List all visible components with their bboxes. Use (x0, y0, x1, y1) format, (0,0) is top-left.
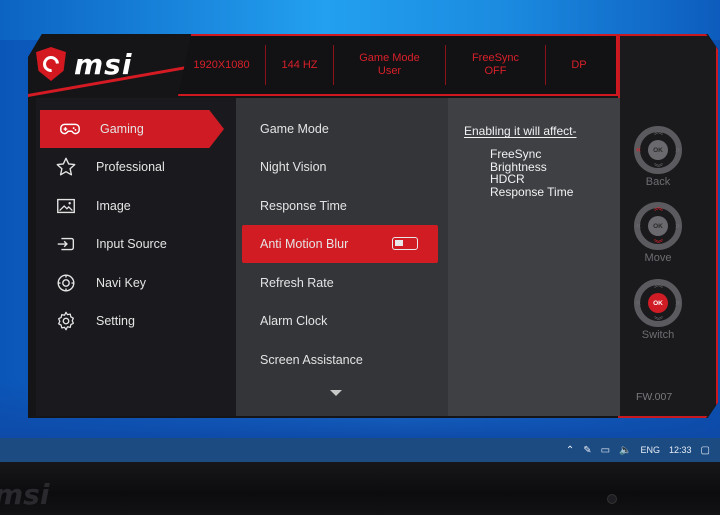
affected-item: HDCR (490, 172, 525, 186)
menu-item-night-vision[interactable]: Night Vision (236, 148, 448, 186)
star-icon (36, 156, 96, 178)
status-game-mode-label: Game Mode (359, 52, 420, 64)
status-resolution-value: 1920X1080 (193, 58, 250, 71)
power-led-icon (607, 494, 617, 504)
back-key-center: OK (648, 140, 668, 160)
clock[interactable]: 12:33 (669, 445, 692, 455)
status-game-mode-value: User (377, 65, 402, 77)
menu-label-response-time: Response Time (260, 199, 347, 213)
monitor-osd-menu: msi 1920X1080 144 HZ Game Mode User Free… (28, 34, 718, 418)
key-hint-move: « » ︽ ︾ OK Move (628, 202, 688, 264)
status-input: DP (546, 45, 612, 85)
switch-key-center: OK (648, 293, 668, 313)
anti-motion-blur-toggle[interactable] (392, 237, 418, 250)
nav-label-image: Image (96, 199, 131, 213)
status-bar: 1920X1080 144 HZ Game Mode User FreeSync… (178, 34, 618, 96)
nav-label-gaming: Gaming (100, 122, 144, 136)
nav-label-input-source: Input Source (96, 237, 167, 251)
menu-label-game-mode: Game Mode (260, 122, 329, 136)
nav-label-professional: Professional (96, 160, 165, 174)
move-key-label: Move (644, 252, 672, 264)
key-hint-back: « » ︽ ︾ OK Back (628, 126, 688, 188)
back-key-label: Back (645, 176, 671, 188)
volume-icon[interactable]: 🔈 (619, 445, 631, 456)
nav-item-gaming[interactable]: Gaming (40, 110, 224, 148)
affected-settings-list: FreeSync Brightness HDCR Response Time (490, 148, 573, 198)
menu-item-alarm-clock[interactable]: Alarm Clock (236, 302, 448, 340)
status-freesync-value: OFF (484, 65, 507, 77)
msi-dragon-shield-icon (36, 47, 66, 81)
gaming-submenu: Game Mode Night Vision Response Time Ant… (236, 98, 448, 416)
settings-gear-icon (36, 310, 96, 332)
nav-item-professional[interactable]: Professional (36, 148, 236, 186)
status-freesync-label: FreeSync (471, 52, 520, 64)
menu-label-refresh-rate: Refresh Rate (260, 276, 334, 290)
key-hint-switch: « » ︽ ︾ OK Switch (628, 279, 688, 341)
info-title: Enabling it will affect- (464, 124, 577, 138)
bezel-logo: msi (0, 478, 50, 511)
menu-item-screen-assistance[interactable]: Screen Assistance (236, 341, 448, 379)
switch-key-label: Switch (641, 329, 675, 341)
taskbar: ⌃ ✎ ▭ 🔈 ENG 12:33 ▢ (0, 438, 720, 462)
image-icon (36, 195, 96, 217)
nav-label-navi-key: Navi Key (96, 276, 147, 290)
input-source-icon (36, 233, 96, 255)
gamepad-icon (40, 118, 100, 140)
main-nav: Gaming Professional Image Input Source N… (36, 98, 236, 416)
switch-key-icon: « » ︽ ︾ OK (634, 279, 682, 327)
info-panel: Enabling it will affect- FreeSync Bright… (448, 98, 620, 416)
firmware-version: FW.007 (636, 391, 673, 403)
menu-label-screen-assistance: Screen Assistance (260, 353, 363, 367)
menu-item-game-mode[interactable]: Game Mode (236, 110, 448, 148)
menu-item-response-time[interactable]: Response Time (236, 187, 448, 225)
status-input-value: DP (571, 58, 587, 71)
monitor-bezel: msi (0, 462, 720, 515)
back-key-icon: « » ︽ ︾ OK (634, 126, 682, 174)
scroll-down-arrow-icon[interactable] (330, 390, 342, 396)
affected-item: Response Time (490, 184, 574, 199)
menu-label-alarm-clock: Alarm Clock (260, 314, 328, 328)
notification-center-icon[interactable]: ▢ (701, 445, 710, 456)
nav-item-navi-key[interactable]: Navi Key (36, 264, 236, 302)
status-resolution: 1920X1080 (178, 45, 266, 85)
menu-label-anti-motion-blur: Anti Motion Blur (260, 237, 349, 251)
menu-label-night-vision: Night Vision (260, 160, 327, 174)
nav-item-image[interactable]: Image (36, 187, 236, 225)
status-freesync: FreeSync OFF (446, 45, 546, 85)
menu-item-anti-motion-blur[interactable]: Anti Motion Blur (242, 225, 438, 263)
move-key-center: OK (648, 216, 668, 236)
show-hidden-icons-chevron-icon[interactable]: ⌃ (566, 445, 574, 456)
navi-key-icon (36, 272, 96, 294)
status-refresh-value: 144 HZ (281, 58, 318, 71)
nav-label-setting: Setting (96, 314, 135, 328)
nav-item-input-source[interactable]: Input Source (36, 225, 236, 263)
status-refresh-rate: 144 HZ (266, 45, 334, 85)
status-game-mode: Game Mode User (334, 45, 446, 85)
affected-item: FreeSync (490, 147, 542, 161)
pen-icon[interactable]: ✎ (583, 445, 591, 456)
brand-logo-text: msi (74, 47, 133, 81)
move-key-icon: « » ︽ ︾ OK (634, 202, 682, 250)
network-icon[interactable]: ▭ (601, 445, 610, 456)
language-indicator[interactable]: ENG (641, 445, 661, 455)
menu-item-refresh-rate[interactable]: Refresh Rate (236, 264, 448, 302)
nav-item-setting[interactable]: Setting (36, 302, 236, 340)
